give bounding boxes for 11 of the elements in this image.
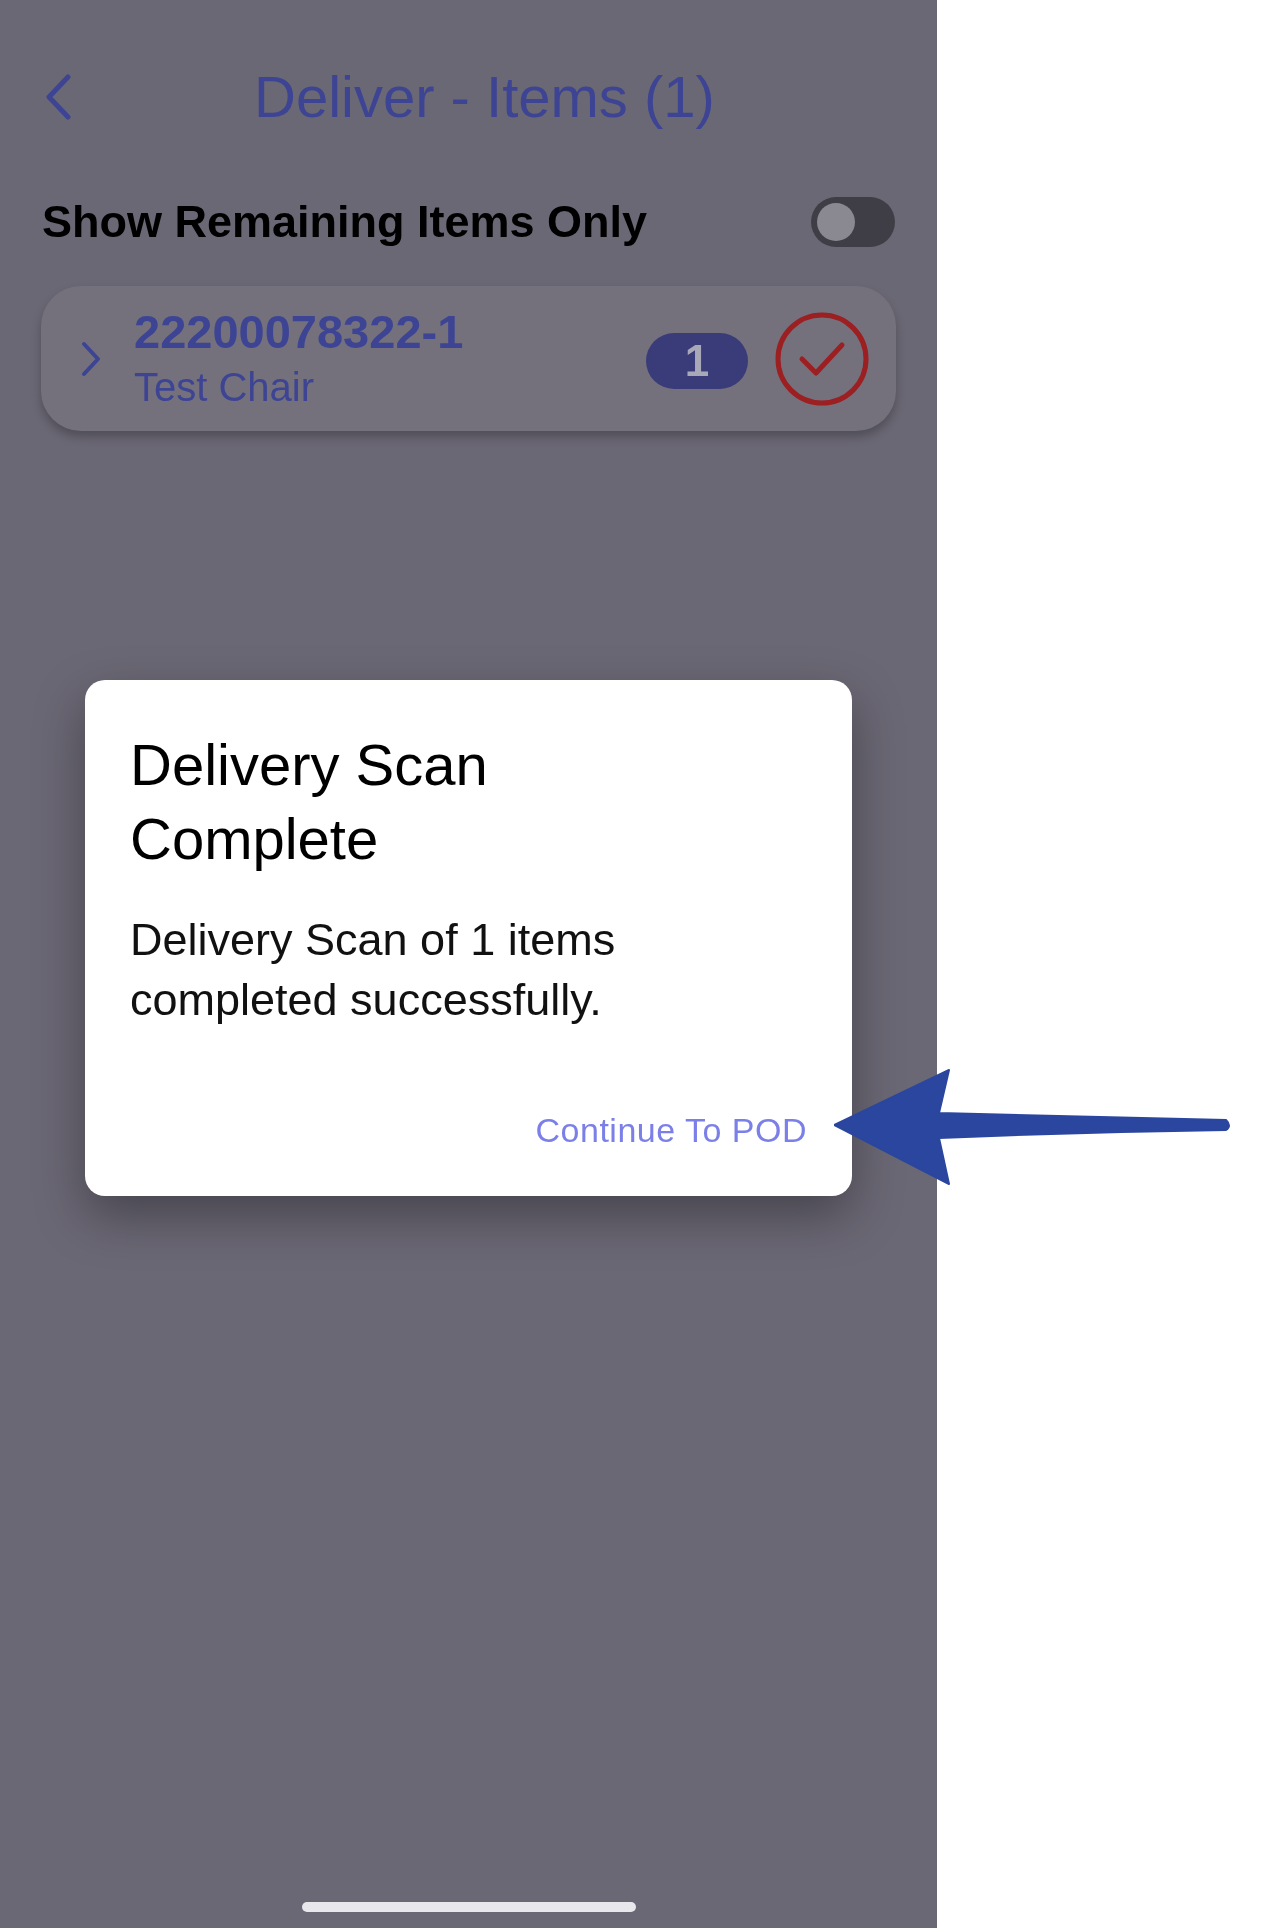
dialog-title: Delivery Scan Complete [130, 731, 489, 873]
item-card[interactable]: 22200078322-1 Test Chair 1 [41, 286, 896, 431]
back-icon [44, 74, 72, 120]
quantity-badge: 1 [646, 332, 748, 389]
filter-label: Show Remaining Items Only [42, 195, 648, 250]
chevron-icon [81, 340, 101, 377]
continue-button[interactable]: Continue To POD [525, 1101, 817, 1160]
item-number: 22200078322-1 [134, 303, 465, 360]
toggle-switch[interactable] [811, 197, 895, 247]
dialog-message: Delivery Scan of 1 items completed successfully. [130, 913, 617, 1027]
item-name: Test Chair [134, 363, 316, 411]
